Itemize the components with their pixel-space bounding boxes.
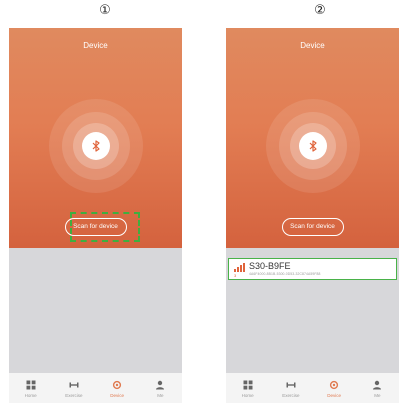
phone-screen-scan: Device Scan for device Home Exercise Dev…	[9, 28, 182, 403]
tab-device[interactable]: Device	[317, 380, 351, 398]
home-grid-icon	[26, 380, 36, 390]
tab-me[interactable]: Me	[143, 380, 177, 398]
device-signal-value: 3	[234, 273, 237, 278]
tab-device[interactable]: Device	[100, 380, 134, 398]
bluetooth-icon	[298, 132, 327, 160]
watch-icon	[113, 380, 122, 390]
device-list-item[interactable]: 3 S30-B9FE 4A6F4000-8B1B-5300-0D53-32C87…	[228, 258, 397, 280]
tab-home[interactable]: Home	[231, 380, 265, 398]
home-grid-icon	[243, 380, 253, 390]
person-icon	[156, 380, 165, 390]
device-id: 4A6F4000-8B1B-5300-0D53-32C874A59F88	[249, 272, 321, 276]
signal-strength-icon	[234, 263, 246, 272]
tab-label: Exercise	[65, 393, 83, 398]
person-icon	[373, 380, 382, 390]
step-number-2: ②	[314, 3, 326, 18]
tab-bar: Home Exercise Device Me	[226, 373, 399, 403]
tab-exercise[interactable]: Exercise	[274, 380, 308, 398]
scan-for-device-button[interactable]: Scan for device	[281, 218, 344, 236]
tab-label: Me	[157, 393, 164, 398]
tab-label: Me	[374, 393, 381, 398]
device-header-area: Device Scan for device	[9, 28, 182, 248]
tab-exercise[interactable]: Exercise	[57, 380, 91, 398]
page-title: Device	[300, 41, 325, 50]
tab-label: Home	[241, 393, 254, 398]
tab-label: Exercise	[282, 393, 300, 398]
tab-label: Home	[24, 393, 37, 398]
watch-icon	[330, 380, 339, 390]
step-number-1: ①	[99, 3, 111, 18]
tab-me[interactable]: Me	[360, 380, 394, 398]
bluetooth-icon	[81, 132, 110, 160]
tab-label: Device	[110, 393, 124, 398]
device-header-area: Device Scan for device	[226, 28, 399, 248]
tab-home[interactable]: Home	[14, 380, 48, 398]
highlight-box	[70, 212, 140, 242]
dumbbell-icon	[69, 382, 79, 388]
page-title: Device	[83, 41, 108, 50]
dumbbell-icon	[286, 382, 296, 388]
tab-bar: Home Exercise Device Me	[9, 373, 182, 403]
device-name: S30-B9FE	[249, 261, 291, 271]
tab-label: Device	[327, 393, 341, 398]
phone-screen-results: Device Scan for device 3 S30-B9FE 4A6F40…	[226, 28, 399, 403]
